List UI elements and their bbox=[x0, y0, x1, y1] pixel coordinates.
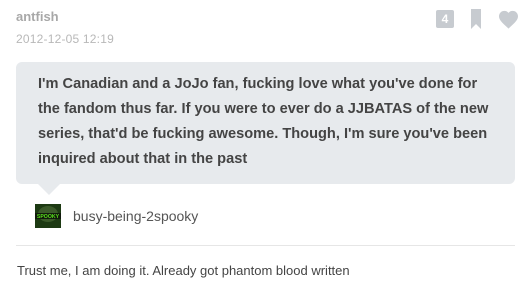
post-timestamp[interactable]: 2012-12-05 12:19 bbox=[16, 30, 114, 48]
question-bubble-pointer bbox=[38, 184, 60, 195]
divider bbox=[16, 245, 515, 246]
post-username[interactable]: antfish bbox=[16, 8, 114, 26]
asker-avatar[interactable]: SPOOKY bbox=[35, 204, 61, 228]
question-bubble: I'm Canadian and a JoJo fan, fucking lov… bbox=[16, 62, 515, 195]
note-count-badge[interactable]: 4 bbox=[436, 10, 454, 28]
answer-text: Trust me, I am doing it. Already got pha… bbox=[17, 263, 350, 278]
post-meta: antfish 2012-12-05 12:19 bbox=[16, 8, 114, 48]
heart-icon[interactable] bbox=[498, 10, 519, 29]
post-controls: 4 bbox=[436, 9, 519, 29]
asker-name[interactable]: busy-being-2spooky bbox=[73, 204, 198, 228]
asker[interactable]: SPOOKY busy-being-2spooky bbox=[35, 204, 198, 228]
asker-avatar-text: SPOOKY bbox=[37, 214, 60, 220]
question-text: I'm Canadian and a JoJo fan, fucking lov… bbox=[38, 76, 489, 167]
reblog-icon[interactable] bbox=[470, 9, 482, 29]
ask-post: antfish 2012-12-05 12:19 4 I'm Canadian … bbox=[0, 0, 531, 288]
